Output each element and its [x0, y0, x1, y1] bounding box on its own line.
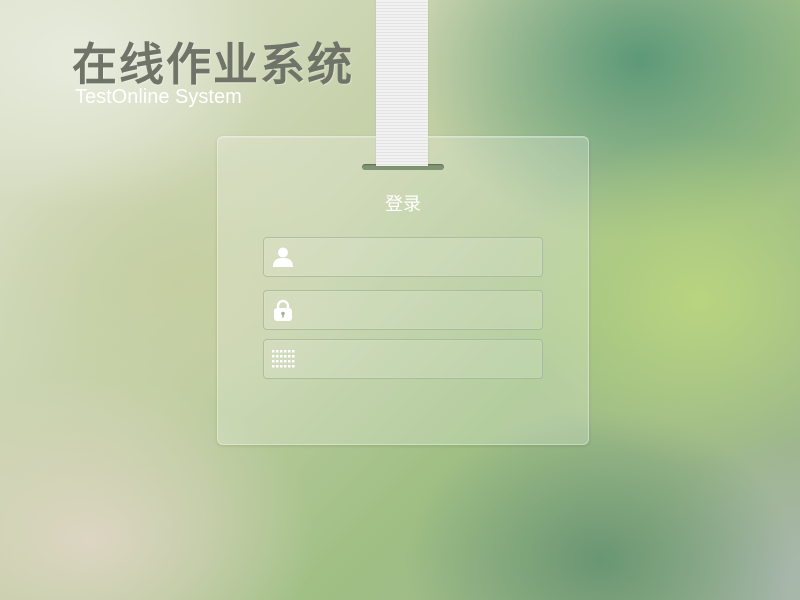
login-title: 登录	[385, 194, 421, 215]
page-title: 在线作业系统	[72, 38, 355, 91]
username-field[interactable]	[263, 237, 543, 277]
captcha-input[interactable]	[304, 340, 534, 378]
lanyard-strap	[376, 0, 428, 166]
password-input[interactable]	[304, 291, 534, 329]
keypad-icon	[271, 347, 295, 371]
lock-icon	[271, 298, 295, 322]
user-icon	[271, 245, 295, 269]
username-input[interactable]	[304, 238, 534, 276]
page-subtitle: TestOnline System	[75, 86, 242, 108]
login-card: 登录	[217, 136, 589, 445]
password-field[interactable]	[263, 290, 543, 330]
captcha-field[interactable]	[263, 339, 543, 379]
